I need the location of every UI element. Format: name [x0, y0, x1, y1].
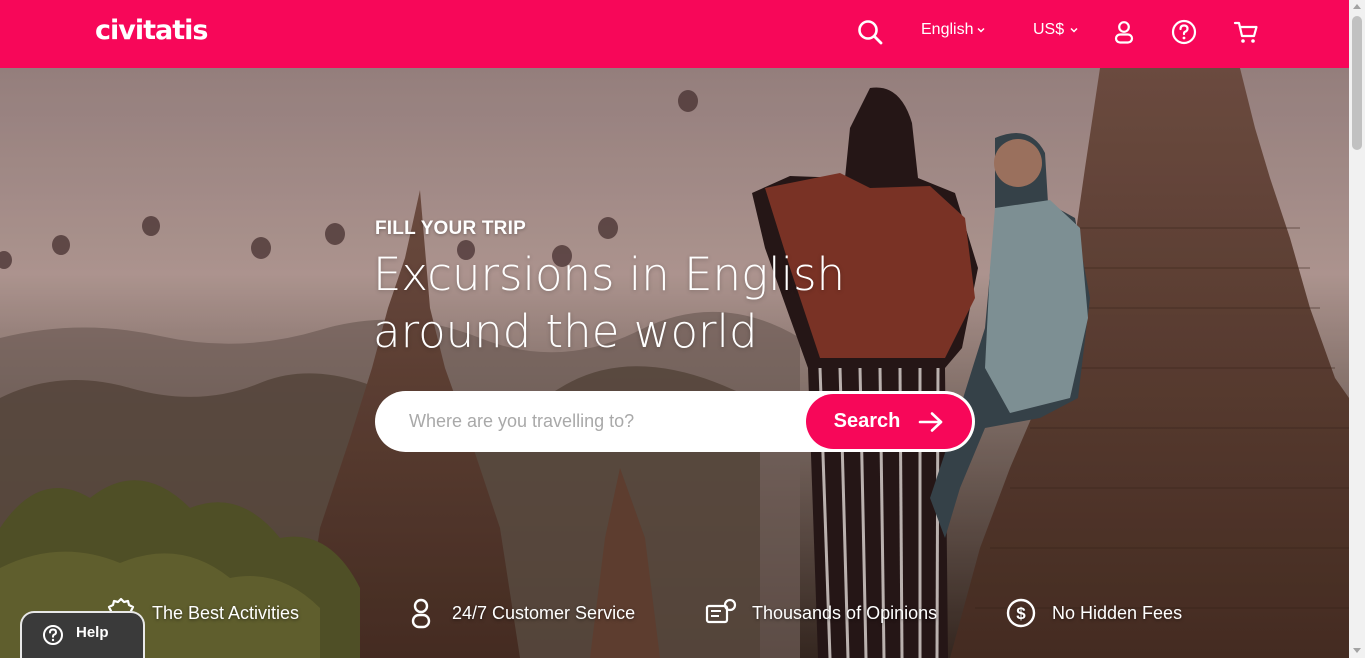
destination-search-input[interactable]: [409, 408, 789, 434]
hero-section: FILL YOUR TRIP Excursions in English aro…: [0, 68, 1349, 658]
feature-no-hidden-fees: $ No Hidden Fees: [1004, 596, 1182, 630]
feature-opinions: Thousands of Opinions: [704, 596, 937, 630]
search-button[interactable]: Search: [806, 394, 972, 449]
hero-headline: Excursions in English around the world: [373, 246, 933, 360]
hero-background-image: [0, 68, 1349, 658]
arrow-right-icon: [919, 411, 943, 432]
feature-label: The Best Activities: [152, 602, 300, 623]
dollar-circle-icon: $: [1006, 598, 1036, 628]
question-circle-icon: [43, 625, 63, 645]
feature-label: 24/7 Customer Service: [452, 602, 636, 623]
hero-eyebrow: FILL YOUR TRIP: [375, 218, 526, 239]
scroll-down-arrow-icon[interactable]: [1353, 648, 1361, 653]
hero-headline-line2: around the world: [373, 305, 758, 358]
destination-search-box: Search: [375, 391, 975, 452]
civitatis-logo[interactable]: civitatis: [95, 15, 208, 46]
reviews-icon: [705, 598, 737, 624]
svg-text:$: $: [1016, 604, 1026, 623]
search-icon[interactable]: [857, 19, 883, 45]
feature-customer-service: 24/7 Customer Service: [404, 596, 635, 630]
chevron-down-icon: [1070, 27, 1078, 33]
question-circle-icon[interactable]: [1171, 19, 1197, 45]
search-button-label: Search: [833, 410, 901, 432]
support-person-icon: [411, 598, 431, 629]
user-icon[interactable]: [1113, 19, 1135, 45]
scroll-up-arrow-icon[interactable]: [1353, 4, 1361, 9]
hero-headline-line1: Excursions in English: [373, 248, 846, 301]
language-selector[interactable]: English: [921, 21, 986, 39]
feature-label: Thousands of Opinions: [752, 602, 938, 623]
help-widget-label: Help: [76, 624, 109, 641]
feature-label: No Hidden Fees: [1052, 602, 1183, 623]
features-bar: The Best Activities 24/7 Customer Servic…: [0, 596, 1349, 636]
help-widget-button[interactable]: Help: [20, 611, 145, 658]
currency-label: US$: [1033, 21, 1065, 38]
chevron-down-icon: [977, 27, 986, 33]
cart-icon[interactable]: [1233, 19, 1259, 45]
page-scrollbar[interactable]: [1349, 0, 1365, 658]
language-label: English: [921, 21, 974, 38]
scrollbar-thumb[interactable]: [1352, 16, 1362, 150]
currency-selector[interactable]: US$: [1033, 21, 1079, 39]
top-navigation-bar: civitatis English US$: [0, 0, 1349, 68]
